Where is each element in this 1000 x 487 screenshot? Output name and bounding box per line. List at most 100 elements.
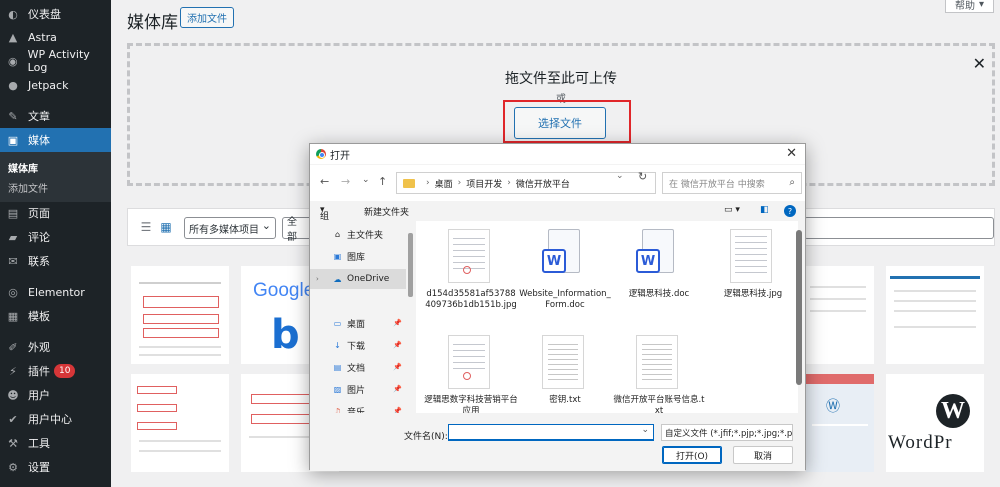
chevron-down-icon[interactable]: ⌄ — [362, 175, 370, 185]
menu-label: 外观 — [28, 341, 50, 354]
media-thumbnail[interactable] — [806, 266, 874, 364]
menu-plugins[interactable]: ⚡ 插件 10 — [0, 359, 111, 383]
grid-view-icon[interactable]: ▦ — [159, 220, 173, 234]
menu-label: Elementor — [28, 285, 85, 299]
file-item[interactable]: 逻辑思科技.jpg — [706, 223, 798, 319]
submenu-add-file[interactable]: 添加文件 — [0, 177, 111, 197]
file-item[interactable]: 密钥.txt — [518, 329, 612, 413]
nav-home[interactable]: ⌂ 主文件夹 — [310, 224, 406, 244]
organize-button[interactable]: 组织 ▾ — [320, 205, 329, 235]
cancel-button[interactable]: 取消 — [733, 446, 793, 464]
menu-label: 插件 — [28, 365, 50, 378]
admin-sidebar: ◐ 仪表盘 ▲ Astra ◉ WP Activity Log ● Jetpack ✎ 文… — [0, 0, 111, 487]
close-icon[interactable]: ✕ — [973, 54, 986, 73]
menu-media[interactable]: ▣ 媒体 — [0, 128, 111, 152]
pin-icon: ✎ — [8, 109, 18, 123]
file-name: 逻辑思科技.doc — [628, 289, 690, 299]
media-search-input[interactable] — [804, 217, 994, 239]
menu-elementor[interactable]: ◎ Elementor — [0, 280, 111, 304]
menu-comments[interactable]: ▰ 评论 — [0, 225, 111, 249]
menu-label: 用户 — [28, 389, 50, 402]
file-item[interactable]: d154d35581af53788409736b1db151b.jpg — [424, 223, 518, 319]
up-arrow-icon[interactable]: ↑ — [378, 175, 387, 188]
mail-icon: ✉ — [8, 254, 18, 268]
download-icon: ↓ — [334, 340, 341, 350]
file-name: 逻辑思科技.jpg — [723, 289, 783, 299]
file-list-scrollbar[interactable] — [796, 230, 802, 385]
dialog-commandbar: 组织 ▾ 新建文件夹 ▭ ▾ ◧ ? — [310, 201, 805, 235]
chevron-down-icon[interactable]: ⌄ — [616, 171, 624, 181]
media-thumbnail[interactable] — [131, 374, 229, 472]
list-view-icon[interactable]: ☰ — [139, 220, 153, 234]
file-item[interactable]: 微信开放平台账号信息.txt — [612, 329, 706, 413]
menu-astra[interactable]: ▲ Astra — [0, 25, 111, 49]
search-icon: ⌕ — [789, 177, 795, 188]
dialog-titlebar: 打开 ✕ — [310, 144, 805, 164]
open-button[interactable]: 打开(O) — [662, 446, 722, 464]
menu-label: 仪表盘 — [28, 8, 61, 21]
menu-users[interactable]: ☻ 用户 — [0, 383, 111, 407]
dialog-search-input[interactable]: 在 微信开放平台 中搜索 ⌕ — [662, 172, 802, 194]
menu-appearance[interactable]: ✐ 外观 — [0, 335, 111, 359]
nav-scrollbar[interactable] — [408, 233, 413, 297]
plugin-icon: ⚡ — [9, 364, 17, 378]
forward-arrow-icon[interactable]: → — [341, 175, 350, 188]
preview-pane-icon[interactable]: ◧ — [760, 205, 769, 215]
nav-downloads[interactable]: ↓ 下载 📌 — [310, 335, 406, 355]
breadcrumb-desktop[interactable]: 桌面 — [435, 177, 453, 190]
nav-onedrive[interactable]: › ☁ OneDrive — [310, 269, 406, 289]
menu-tools[interactable]: ⚒ 工具 — [0, 431, 111, 455]
refresh-icon[interactable]: ↻ — [638, 170, 647, 183]
media-thumbnail[interactable]: W WordPr — [886, 374, 984, 472]
media-thumbnail[interactable]: Ⓦ — [806, 374, 874, 472]
dashboard-icon: ◐ — [8, 7, 18, 21]
menu-jetpack[interactable]: ● Jetpack — [0, 73, 111, 97]
select-files-button[interactable]: 选择文件 — [514, 107, 606, 139]
file-open-dialog: 打开 ✕ ← → ⌄ ↑ › 桌面 › 项目开发 › 微信开放平台 ⌄ ↻ 在 … — [309, 143, 806, 471]
close-icon[interactable]: ✕ — [786, 146, 797, 161]
media-type-filter[interactable]: 所有多媒体项目 — [184, 217, 276, 239]
dialog-footer: 文件名(N): 自定义文件 (*.jfif;*.pjp;*.jpg;*.p 打开… — [310, 413, 805, 471]
menu-settings[interactable]: ⚙ 设置 — [0, 455, 111, 479]
add-new-file-button[interactable]: 添加文件 — [180, 7, 234, 28]
breadcrumb-current[interactable]: 微信开放平台 — [516, 177, 570, 190]
menu-label: 模板 — [28, 310, 50, 323]
menu-activity-log[interactable]: ◉ WP Activity Log — [0, 48, 111, 74]
text-file-icon — [542, 335, 584, 389]
help-tab-button[interactable]: 帮助 ▾ — [944, 0, 994, 13]
filetype-select[interactable]: 自定义文件 (*.jfif;*.pjp;*.jpg;*.p — [661, 424, 793, 441]
folder-icon — [403, 178, 415, 188]
help-icon[interactable]: ? — [784, 205, 796, 217]
breadcrumb-project[interactable]: 项目开发 — [466, 177, 502, 190]
elementor-icon: ◎ — [8, 285, 18, 299]
menu-templates[interactable]: ▦ 模板 — [0, 304, 111, 328]
menu-label: Astra — [28, 30, 57, 44]
new-folder-button[interactable]: 新建文件夹 — [364, 205, 409, 218]
dialog-navbar: ← → ⌄ ↑ › 桌面 › 项目开发 › 微信开放平台 ⌄ ↻ 在 微信开放平… — [310, 165, 805, 201]
jetpack-icon: ● — [8, 78, 18, 92]
menu-contact[interactable]: ✉ 联系 — [0, 249, 111, 273]
menu-dashboard[interactable]: ◐ 仪表盘 — [0, 2, 111, 26]
submenu-media-library[interactable]: 媒体库 — [0, 157, 111, 177]
media-thumbnail[interactable] — [886, 266, 984, 364]
filename-input[interactable] — [448, 424, 654, 441]
nav-pictures[interactable]: ▨ 图片 📌 — [310, 379, 406, 399]
menu-user-center[interactable]: ✔ 用户中心 — [0, 407, 111, 431]
menu-label: Jetpack — [28, 78, 69, 92]
back-arrow-icon[interactable]: ← — [320, 175, 329, 188]
update-count-badge: 10 — [54, 364, 76, 378]
view-mode-icon[interactable]: ▭ ▾ — [724, 205, 740, 215]
home-icon: ⌂ — [334, 229, 341, 239]
menu-label: WP Activity Log — [27, 48, 90, 74]
file-item[interactable]: 逻辑思数字科技营销平台应用 — [424, 329, 518, 413]
nav-desktop[interactable]: ▭ 桌面 📌 — [310, 313, 406, 333]
nav-documents[interactable]: ▤ 文档 📌 — [310, 357, 406, 377]
image-file-icon — [730, 229, 772, 283]
file-item[interactable]: W 逻辑思科技.doc — [612, 223, 706, 319]
bing-logo-icon: b — [271, 312, 300, 358]
file-item[interactable]: W Website_Information_Form.doc — [518, 223, 612, 319]
menu-pages[interactable]: ▤ 页面 — [0, 201, 111, 225]
nav-gallery[interactable]: ▣ 图库 — [310, 246, 406, 266]
menu-posts[interactable]: ✎ 文章 — [0, 104, 111, 128]
media-thumbnail[interactable] — [131, 266, 229, 364]
